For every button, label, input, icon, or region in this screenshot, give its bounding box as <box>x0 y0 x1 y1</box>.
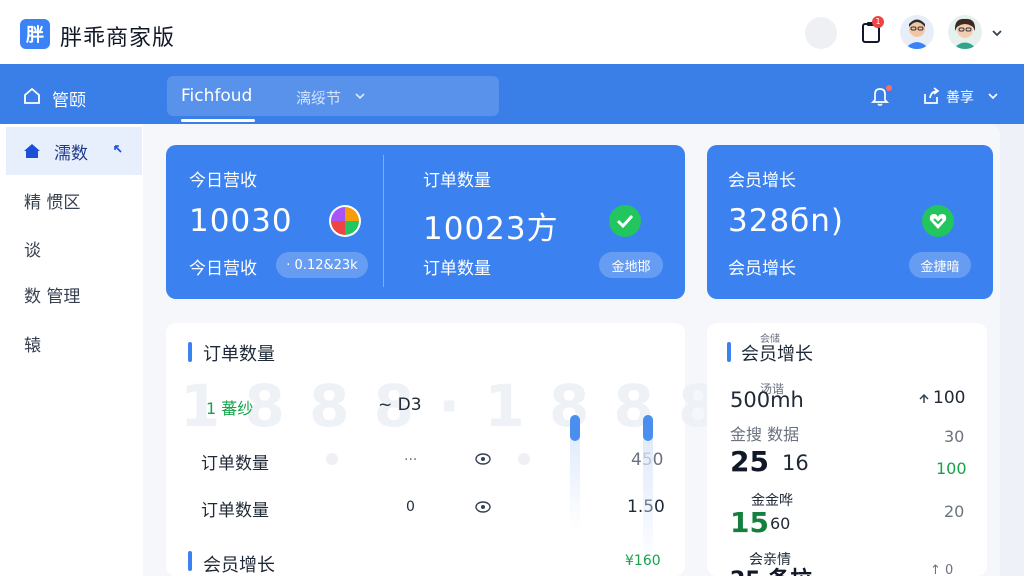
eye-icon[interactable] <box>475 453 491 465</box>
sidebar-item-talk[interactable]: 谈 <box>6 224 142 272</box>
sidebar-item-label: 濡数 <box>54 143 88 164</box>
slider-handle[interactable] <box>570 415 580 441</box>
members-tiny-label: 会储 <box>760 334 780 345</box>
app-title: 胖乖商家版 <box>60 26 176 51</box>
orders-top-mid: ~ D3 <box>378 395 422 415</box>
members-r2-label: 金搜 数据 <box>730 425 800 444</box>
members-r3-right: 100 <box>936 459 967 478</box>
orders-top-left: 1 蕃纱 <box>206 399 254 418</box>
sidebar-item-label: 数 管理 <box>24 286 81 307</box>
members-r4-right: 20 <box>944 502 965 521</box>
bell-badge-dot <box>886 85 892 91</box>
app-logo[interactable]: 胖 <box>20 19 50 49</box>
kpi-orders-sub: 订单数量 <box>423 259 491 279</box>
orders-row-mid: 0 <box>406 499 415 515</box>
members-r2-right: 30 <box>944 427 965 446</box>
sidebar: 濡数 精 惯区 谈 数 管理 辕 <box>0 124 143 576</box>
kpi-members-pill[interactable]: 金捷暗 <box>909 252 971 278</box>
slider-handle[interactable] <box>643 415 653 441</box>
active-tab-indicator <box>181 119 255 122</box>
members-r3-big: 25 <box>730 445 769 478</box>
orders-row-label: 订单数量 <box>201 454 269 474</box>
row-dot <box>326 453 338 465</box>
members-r3-small: 16 <box>782 451 809 475</box>
check-icon <box>609 205 641 237</box>
members-r1-right: 100 <box>933 388 966 408</box>
sidebar-item-label: 谈 <box>24 240 41 261</box>
row-dot <box>518 453 530 465</box>
arrow-up-icon <box>919 393 929 403</box>
chart-colorful-icon <box>329 205 361 237</box>
kpi-orders-title: 订单数量 <box>423 171 491 191</box>
arrow-icon <box>114 145 122 153</box>
sidebar-item-data-management[interactable]: 数 管理 <box>6 270 142 318</box>
card-accent-bar <box>727 342 731 362</box>
members-r5-big: 15 <box>730 506 769 539</box>
kpi-orders-value: 10023方 <box>423 211 559 247</box>
card-accent-bar <box>188 342 192 362</box>
kpi-members-sub: 会员增长 <box>728 259 796 279</box>
band-search-text[interactable]: Fichfoud <box>181 86 252 106</box>
band-home-label[interactable]: 管颐 <box>52 86 86 111</box>
members-r5-small: 60 <box>770 514 791 533</box>
top-header: 胖 胖乖商家版 1 <box>0 0 1024 64</box>
home-icon <box>24 87 40 104</box>
kpi-revenue-title: 今日营收 <box>189 171 257 191</box>
card-accent-bar <box>188 551 192 571</box>
members-r6-big: 25 备拉 <box>730 562 812 576</box>
members-r1-left: 500mh <box>730 388 804 412</box>
kpi-revenue-value: 10030 <box>189 203 293 239</box>
sidebar-item-label: 辕 <box>24 335 41 356</box>
orders-row-label: 订单数量 <box>201 501 269 521</box>
kpi-revenue-sub: 今日营收 <box>189 259 257 279</box>
kpi-revenue-pill: · 0.12&23k <box>276 252 368 278</box>
sidebar-item-label: 精 惯区 <box>24 192 81 213</box>
sidebar-item-dashboard[interactable]: 濡数 <box>6 127 142 175</box>
avatar[interactable] <box>900 15 934 49</box>
chevron-down-icon[interactable] <box>990 26 1004 40</box>
notification-badge: 1 <box>872 16 884 28</box>
kpi-members-title: 会员增长 <box>728 171 796 191</box>
share-label[interactable]: 善享 <box>946 87 974 107</box>
chevron-down-icon[interactable] <box>987 90 999 102</box>
heart-icon <box>922 205 954 237</box>
avatar[interactable] <box>948 15 982 49</box>
chevron-down-icon[interactable] <box>354 90 366 102</box>
sidebar-item-area[interactable]: 精 惯区 <box>6 176 142 224</box>
members-subsection-title: 会员增长 <box>203 555 275 576</box>
orders-card-title: 订单数量 <box>203 344 275 365</box>
orders-row-mid: ··· <box>404 452 418 468</box>
kpi-members-value: 328бn) <box>728 203 845 239</box>
home-icon <box>24 144 40 158</box>
share-icon[interactable] <box>921 86 941 106</box>
members-r6-right: ↑ 0 <box>930 563 954 576</box>
band-filter-label[interactable]: 漓绥节 <box>296 87 341 108</box>
search-circle-button[interactable] <box>805 17 837 49</box>
sidebar-item-other[interactable]: 辕 <box>6 319 142 367</box>
members-subsection-value: ¥160 <box>625 553 661 569</box>
eye-icon[interactable] <box>475 501 491 513</box>
kpi-orders-pill[interactable]: 金地邯 <box>599 252 663 278</box>
kpi-divider <box>383 155 384 287</box>
